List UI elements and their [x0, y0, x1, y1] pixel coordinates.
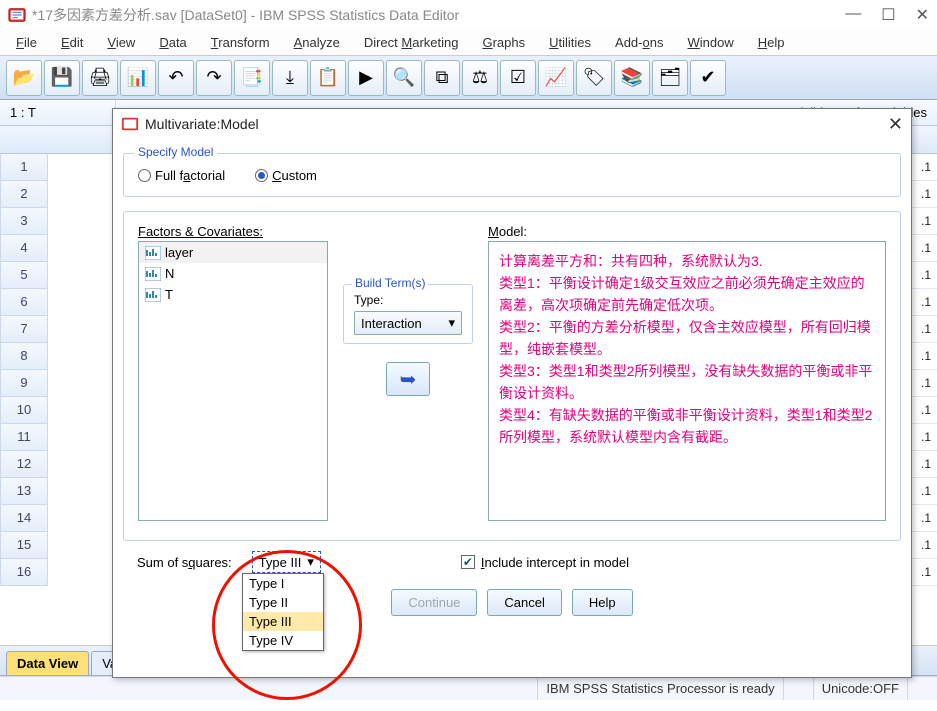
- sum-option[interactable]: Type IV: [243, 631, 323, 650]
- build-terms-label: Build Term(s): [352, 276, 428, 290]
- status-unicode: Unicode:OFF: [813, 677, 907, 700]
- cell-reference: 1 : T: [6, 100, 116, 125]
- cancel-button[interactable]: Cancel: [487, 589, 561, 616]
- help-button[interactable]: Help: [572, 589, 633, 616]
- menu-addons[interactable]: Add-ons: [605, 33, 673, 52]
- redo-icon[interactable]: ↷: [196, 60, 232, 96]
- specify-model-label: Specify Model: [134, 145, 217, 159]
- row-header[interactable]: 12: [0, 451, 48, 478]
- factors-listbox[interactable]: layerNT: [138, 241, 328, 521]
- row-header[interactable]: 1: [0, 154, 48, 181]
- status-bar: IBM SPSS Statistics Processor is ready U…: [0, 676, 937, 700]
- row-header[interactable]: 9: [0, 370, 48, 397]
- window-titlebar: *17多因素方差分析.sav [DataSet0] - IBM SPSS Sta…: [0, 0, 937, 30]
- select-icon[interactable]: ☑: [500, 60, 536, 96]
- dialog-icon: [121, 115, 139, 133]
- menu-utilities[interactable]: Utilities: [539, 33, 601, 52]
- model-label: Model:: [488, 224, 527, 239]
- weight-icon[interactable]: ⚖: [462, 60, 498, 96]
- dialog-titlebar: Multivariate:Model ✕: [113, 109, 911, 139]
- radio-full-factorial[interactable]: Full factorial: [138, 168, 225, 183]
- recall-icon[interactable]: 📊: [120, 60, 156, 96]
- sum-option[interactable]: Type III: [243, 612, 323, 631]
- goto-icon[interactable]: 📑: [234, 60, 270, 96]
- app-icon: [8, 6, 26, 24]
- print-icon[interactable]: 🖨: [82, 60, 118, 96]
- row-header[interactable]: 8: [0, 343, 48, 370]
- build-terms-group: Build Term(s) Type: Interaction▾: [343, 284, 473, 344]
- split-icon[interactable]: ⧉: [424, 60, 460, 96]
- chart-icon[interactable]: 📈: [538, 60, 574, 96]
- model-listbox[interactable]: 计算离差平方和：共有四种，系统默认为3.类型1：平衡设计确定1级交互效应之前必须…: [488, 241, 886, 521]
- row-header[interactable]: 13: [0, 478, 48, 505]
- maximize-button[interactable]: ☐: [881, 5, 895, 25]
- dialog-close-icon[interactable]: ✕: [888, 114, 903, 135]
- variables-icon[interactable]: 📋: [310, 60, 346, 96]
- sum-of-squares-combo[interactable]: Type III▾: [252, 551, 321, 573]
- save-icon[interactable]: 💾: [44, 60, 80, 96]
- row-header[interactable]: 5: [0, 262, 48, 289]
- sum-option[interactable]: Type II: [243, 593, 323, 612]
- menu-analyze[interactable]: Analyze: [284, 33, 350, 52]
- close-button[interactable]: ✕: [916, 5, 929, 25]
- spell-icon[interactable]: ✔: [690, 60, 726, 96]
- status-processor: IBM SPSS Statistics Processor is ready: [537, 677, 782, 700]
- goto-var-icon[interactable]: ⤓: [272, 60, 308, 96]
- menu-view[interactable]: View: [97, 33, 145, 52]
- menu-file[interactable]: File: [6, 33, 47, 52]
- window-title: *17多因素方差分析.sav [DataSet0] - IBM SPSS Sta…: [32, 5, 845, 25]
- factor-item[interactable]: T: [139, 284, 327, 305]
- row-header[interactable]: 4: [0, 235, 48, 262]
- sets-icon[interactable]: 🗂: [652, 60, 688, 96]
- type-label: Type:: [354, 293, 462, 307]
- menu-bar: File Edit View Data Transform Analyze Di…: [0, 30, 937, 56]
- menu-help[interactable]: Help: [748, 33, 795, 52]
- radio-custom[interactable]: Custom: [255, 168, 317, 183]
- row-header[interactable]: 16: [0, 559, 48, 586]
- undo-icon[interactable]: ↶: [158, 60, 194, 96]
- row-header[interactable]: 2: [0, 181, 48, 208]
- dialog-title: Multivariate:Model: [145, 116, 259, 132]
- model-build-group: Factors & Covariates: layerNT Build Term…: [123, 211, 901, 541]
- row-header[interactable]: 3: [0, 208, 48, 235]
- row-header[interactable]: 11: [0, 424, 48, 451]
- include-intercept-checkbox[interactable]: ✔Include intercept in model: [461, 555, 629, 570]
- menu-transform[interactable]: Transform: [201, 33, 280, 52]
- find-icon[interactable]: 🔍: [386, 60, 422, 96]
- tab-data-view[interactable]: Data View: [6, 651, 89, 675]
- chevron-down-icon: ▾: [307, 554, 314, 570]
- factor-item[interactable]: layer: [139, 242, 327, 263]
- add-term-button[interactable]: ➥: [386, 362, 430, 396]
- toolbar: 📂 💾 🖨 📊 ↶ ↷ 📑 ⤓ 📋 ▶ 🔍 ⧉ ⚖ ☑ 📈 🏷 📚 🗂 ✔: [0, 56, 937, 100]
- row-header[interactable]: 6: [0, 289, 48, 316]
- sum-option[interactable]: Type I: [243, 574, 323, 593]
- menu-edit[interactable]: Edit: [51, 33, 93, 52]
- value-labels-icon[interactable]: 🏷: [576, 60, 612, 96]
- minimize-button[interactable]: —: [845, 5, 861, 25]
- open-icon[interactable]: 📂: [6, 60, 42, 96]
- menu-window[interactable]: Window: [677, 33, 743, 52]
- multivariate-model-dialog: Multivariate:Model ✕ Specify Model Full …: [112, 108, 912, 678]
- row-header[interactable]: 14: [0, 505, 48, 532]
- continue-button[interactable]: Continue: [391, 589, 477, 616]
- sum-of-squares-dropdown[interactable]: Type IType IIType IIIType IV: [242, 573, 324, 651]
- menu-direct-marketing[interactable]: Direct Marketing: [354, 33, 469, 52]
- factors-label: Factors & Covariates:: [138, 224, 263, 239]
- row-header[interactable]: 15: [0, 532, 48, 559]
- run-icon[interactable]: ▶: [348, 60, 384, 96]
- menu-graphs[interactable]: Graphs: [472, 33, 535, 52]
- row-header[interactable]: 10: [0, 397, 48, 424]
- row-header[interactable]: 7: [0, 316, 48, 343]
- sum-of-squares-label: Sum of squares:: [137, 555, 232, 570]
- use-sets-icon[interactable]: 📚: [614, 60, 650, 96]
- type-combo[interactable]: Interaction▾: [354, 311, 462, 335]
- menu-data[interactable]: Data: [149, 33, 196, 52]
- specify-model-group: Specify Model Full factorial Custom: [123, 153, 901, 197]
- factor-item[interactable]: N: [139, 263, 327, 284]
- chevron-down-icon: ▾: [448, 315, 455, 331]
